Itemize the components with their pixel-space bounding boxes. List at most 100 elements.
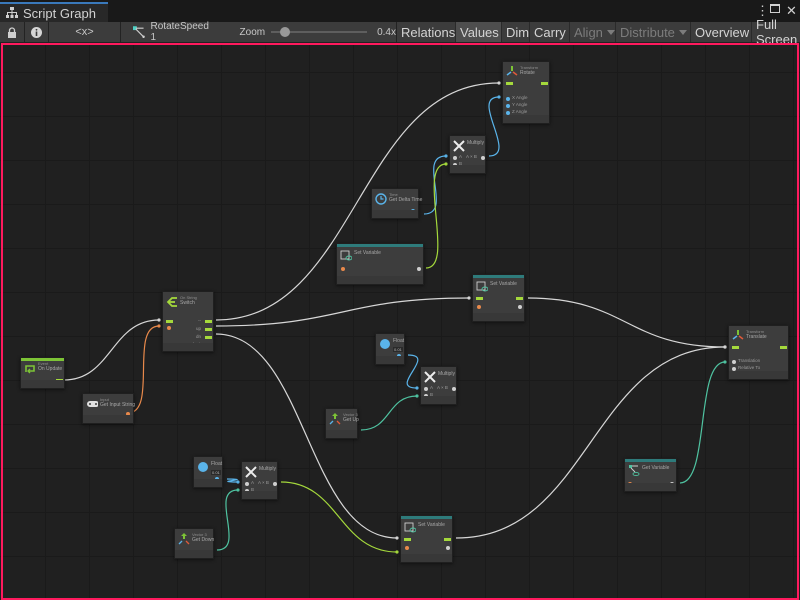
selector-input-port[interactable] [167,326,171,330]
node-footer [421,396,456,404]
node-transform-rotate[interactable]: Transform Rotate X Angle Y Angle Z Angle [502,61,550,124]
flow-output-port[interactable] [780,346,787,349]
node-title: Get Input String [100,402,136,408]
lock-button[interactable] [0,22,25,42]
zoom-value: 0.4x [377,26,396,38]
vector3-icon [178,532,190,550]
node-vector3-get-up[interactable]: Vector 3 Get Up [325,408,359,439]
node-footer [21,380,64,388]
node-header-bar [625,459,676,462]
param-input-port[interactable] [732,360,736,364]
case-output-port[interactable] [205,320,212,323]
script-graph-tab[interactable]: Script Graph [0,2,108,22]
zoom-slider-thumb[interactable] [280,27,291,37]
node-title: Float [211,461,223,467]
name-input-port[interactable] [477,305,481,309]
node-title: Get Up [343,417,359,423]
float-value-field[interactable]: 0.01 [211,470,221,475]
window-title-bar: Script Graph ⋮ ✕ [0,0,800,22]
toolbar-distribute-button: Distribute [616,22,691,42]
toolbar-full-screen-button[interactable]: Full Screen [752,17,800,47]
node-float-1[interactable]: Float 0.01 [375,333,405,365]
flow-input-port[interactable] [404,538,411,541]
node-switch-on-string[interactable]: On StringSwitch--updnDefault [162,291,214,352]
node-footer [83,415,133,423]
a-input-port[interactable] [424,387,428,391]
toolbar-dim-button[interactable]: Dim [502,22,530,42]
transform-icon [732,329,744,347]
node-get-delta-time[interactable]: Time Get Delta Time [371,188,423,219]
zoom-slider[interactable] [271,26,368,38]
toolbar-overview-button[interactable]: Overview [691,22,752,42]
node-get-input-string[interactable]: Input Get Input String [82,393,136,424]
float-value-field[interactable]: 0.01 [393,347,403,352]
param-input-port[interactable] [506,104,510,108]
param-label: Y Angle [512,102,528,107]
node-footer [337,276,423,284]
node-vector3-get-down[interactable]: Vector 3 Get Down [174,528,214,559]
node-footer [242,491,277,499]
maximize-icon[interactable] [770,4,780,13]
node-float-2[interactable]: Float 0.01 [193,456,223,488]
set-variable-icon [340,248,353,266]
case-output-port[interactable] [205,328,212,331]
value-output-port[interactable] [518,305,522,309]
node-footer [372,210,418,218]
node-transform-translate[interactable]: Transform Translate Translation Relative To [728,325,789,380]
flow-input-port[interactable] [166,320,173,323]
node-footer [503,115,549,123]
a-input-port[interactable] [453,156,457,160]
node-on-update[interactable]: Event On Update [20,357,65,389]
node-title: Float [393,338,405,344]
node-title: Switch [180,300,195,306]
toolbar-carry-button[interactable]: Carry [530,22,570,42]
toolbar-values-button[interactable]: Values [456,22,502,42]
result-output-port[interactable] [452,387,456,391]
graph-info-bar: RotateSpeed 1 Zoom 0.4x [121,21,397,43]
node-header-bar [401,516,452,519]
node-title: Get Delta Time [389,197,423,203]
result-output-port[interactable] [481,156,485,160]
flow-input-port[interactable] [506,82,513,85]
multiply-port-label: A × B [258,480,269,485]
node-multiply-1[interactable]: Multiply A A × BB [449,135,486,174]
node-footer [194,479,222,487]
toolbar-relations-button[interactable]: Relations [397,22,456,42]
node-footer [163,343,213,351]
flow-input-port[interactable] [732,346,739,349]
name-input-port[interactable] [341,267,345,271]
node-set-variable-3[interactable]: Set Variable [400,515,453,563]
button-label: Align [574,24,603,40]
button-label: Distribute [620,24,675,40]
node-set-variable-2[interactable]: Set Variable [472,274,525,322]
name-input-port[interactable] [405,546,409,550]
zoom-label: Zoom [239,26,266,38]
node-footer [376,356,404,364]
result-output-port[interactable] [273,482,277,486]
toolbar-align-button: Align [570,22,616,42]
value-output-port[interactable] [417,267,421,271]
param-input-port[interactable] [506,97,510,101]
param-label: Relative To [738,365,761,370]
node-title: Get Down [192,537,215,543]
node-title: Multiply [259,466,276,472]
node-multiply-3[interactable]: Multiply A A × BB [241,461,278,500]
node-title: Set Variable [418,522,445,528]
graph-asset-icon [133,26,145,38]
flow-output-port[interactable] [516,297,523,300]
flow-output-port[interactable] [541,82,548,85]
case-output-port[interactable] [205,336,212,339]
info-button[interactable] [25,22,49,42]
node-set-variable-1[interactable]: Set Variable [336,243,424,285]
node-multiply-2[interactable]: Multiply A A × BB [420,366,457,405]
a-input-port[interactable] [245,482,249,486]
flow-input-port[interactable] [476,297,483,300]
variables-button[interactable]: <x> [49,22,121,42]
flow-output-port[interactable] [444,538,451,541]
transform-icon [506,65,518,83]
value-output-port[interactable] [446,546,450,550]
node-get-variable[interactable]: Get Variable [624,458,677,492]
node-footer [625,483,676,491]
node-footer [175,550,213,558]
node-footer [729,371,788,379]
